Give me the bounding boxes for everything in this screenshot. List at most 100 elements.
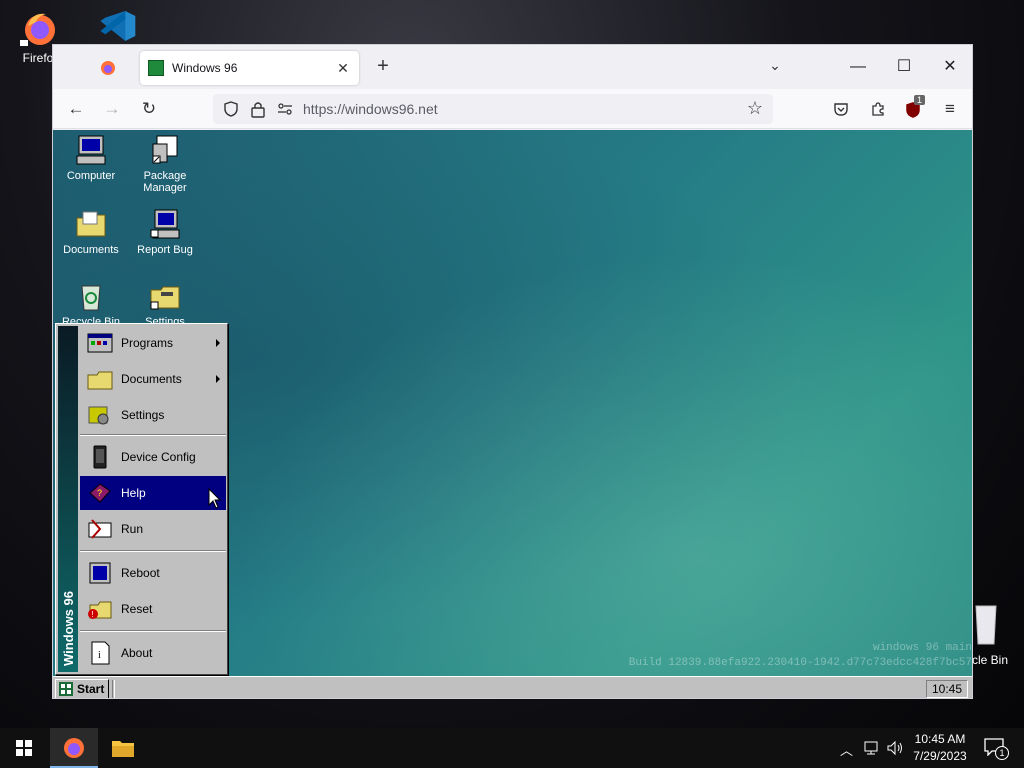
start-menu-banner-text: Windows 96 <box>61 590 76 666</box>
notification-center-button[interactable]: 1 <box>982 736 1010 760</box>
start-menu-item-label: About <box>121 646 153 660</box>
start-menu-separator <box>80 630 226 632</box>
svg-text:i: i <box>98 650 101 661</box>
bookmark-star-icon[interactable]: ☆ <box>747 98 763 119</box>
settings-gear-icon <box>88 406 109 425</box>
host-recycle-bin-label: cle Bin <box>972 653 1009 667</box>
w96-icon-package-manager[interactable]: Package Manager <box>128 134 202 194</box>
recycle-bin-icon <box>81 285 101 311</box>
start-menu-separator <box>80 550 226 552</box>
build-info-line1: windows 96 main <box>872 642 972 654</box>
lock-icon[interactable] <box>250 100 266 118</box>
forward-button[interactable]: → <box>98 95 126 123</box>
host-taskbar: ︿ 10:45 AM 7/29/2023 1 <box>0 728 1024 768</box>
w96-icon-label: Report Bug <box>137 244 193 256</box>
start-menu-item-help[interactable]: ? Help <box>80 476 226 510</box>
start-menu-item-device-config[interactable]: Device Config <box>80 440 226 474</box>
reload-button[interactable]: ↻ <box>135 95 163 123</box>
start-menu-item-label: Device Config <box>121 450 196 464</box>
browser-window: Windows 96 ✕ + ⌄ — ☐ ✕ ← → ↻ https://win… <box>52 44 973 699</box>
w96-icon-report-bug[interactable]: Report Bug <box>128 208 202 256</box>
w96-icon-documents[interactable]: Documents <box>54 208 128 256</box>
windows-logo-icon <box>16 740 32 756</box>
tray-chevron-up-icon[interactable]: ︿ <box>840 740 853 759</box>
start-menu-banner: Windows 96 <box>58 326 78 672</box>
start-menu: Windows 96 Programs Documents Settings D… <box>55 323 228 675</box>
reboot-icon <box>89 562 111 584</box>
list-tabs-chevron-icon[interactable]: ⌄ <box>763 57 787 77</box>
mouse-cursor-icon <box>208 488 222 509</box>
host-start-button[interactable] <box>0 728 48 768</box>
ublock-extension-button[interactable]: 1 <box>904 95 926 119</box>
documents-icon <box>87 371 113 390</box>
start-menu-item-settings[interactable]: Settings <box>80 398 226 432</box>
computer-icon <box>76 135 106 165</box>
windows96-favicon <box>148 60 164 76</box>
start-menu-item-reboot[interactable]: Reboot <box>80 556 226 590</box>
start-menu-item-reset[interactable]: ! Reset <box>80 592 226 626</box>
start-menu-item-run[interactable]: Run <box>80 512 226 546</box>
navigation-toolbar: ← → ↻ https://windows96.net ☆ 1 ≡ <box>53 89 972 129</box>
tab-firefox[interactable] <box>93 55 123 81</box>
start-menu-item-label: Programs <box>121 336 174 350</box>
vscode-desktop-shortcut[interactable] <box>92 6 142 49</box>
submenu-arrow-icon <box>216 375 220 383</box>
taskbar-file-explorer[interactable] <box>99 728 147 768</box>
windows96-desktop[interactable]: Computer Package Manager Documents Repor… <box>53 130 972 698</box>
start-menu-item-label: Reset <box>121 602 153 616</box>
start-menu-item-label: Run <box>121 522 144 536</box>
w96-icon-settings[interactable]: Settings <box>128 280 202 328</box>
minimize-button[interactable]: — <box>838 53 878 81</box>
maximize-button[interactable]: ☐ <box>884 53 924 81</box>
extensions-puzzle-icon[interactable] <box>870 101 886 117</box>
start-menu-item-programs[interactable]: Programs <box>80 326 226 360</box>
firefox-icon <box>101 61 115 75</box>
w96-taskbar-divider <box>112 680 115 698</box>
url-bar[interactable]: https://windows96.net ☆ <box>213 94 773 124</box>
start-menu-item-about[interactable]: i About <box>80 636 226 670</box>
taskbar-firefox[interactable] <box>50 728 98 768</box>
close-window-button[interactable]: ✕ <box>930 53 970 81</box>
vscode-icon <box>100 11 136 41</box>
w96-icon-label: Package Manager <box>143 170 187 194</box>
build-info-line2: Build 12839.88efa922.230410-1942.d77c73e… <box>628 657 972 669</box>
tab-close-icon[interactable]: ✕ <box>335 60 351 77</box>
svg-text:?: ? <box>97 488 102 498</box>
start-menu-item-label: Documents <box>121 372 182 386</box>
new-tab-button[interactable]: + <box>371 55 395 79</box>
extension-badge: 1 <box>914 95 926 105</box>
url-text: https://windows96.net <box>303 101 438 117</box>
host-clock-date: 7/29/2023 <box>913 749 967 763</box>
back-button[interactable]: ← <box>62 95 90 123</box>
w96-start-label: Start <box>77 682 105 696</box>
tab-bar: Windows 96 ✕ + ⌄ — ☐ ✕ <box>53 45 972 89</box>
tab-windows96[interactable]: Windows 96 ✕ <box>140 51 359 85</box>
recycle-bin-icon <box>975 605 997 645</box>
device-config-icon <box>93 445 107 469</box>
firefox-icon <box>20 13 55 46</box>
pocket-icon[interactable] <box>833 101 849 117</box>
w96-start-button[interactable]: Start <box>55 679 109 698</box>
host-recycle-bin[interactable]: cle Bin <box>972 600 1024 670</box>
volume-icon[interactable] <box>886 740 904 756</box>
permissions-icon[interactable] <box>277 101 293 117</box>
start-menu-item-label: Help <box>121 486 146 500</box>
start-menu-separator <box>80 434 226 436</box>
help-book-icon: ? <box>89 483 111 503</box>
start-menu-item-documents[interactable]: Documents <box>80 362 226 396</box>
network-icon[interactable] <box>863 740 879 756</box>
w96-taskbar: Start 10:45 <box>53 676 972 698</box>
svg-text:!: ! <box>92 610 94 619</box>
w96-icon-label: Documents <box>63 244 119 256</box>
host-clock[interactable]: 10:45 AM 7/29/2023 <box>908 731 972 765</box>
reset-warning-icon: ! <box>88 601 112 619</box>
documents-folder-icon <box>76 211 106 237</box>
windows96-logo-icon <box>59 682 73 696</box>
programs-icon <box>87 333 113 353</box>
w96-icon-computer[interactable]: Computer <box>54 134 128 182</box>
w96-icon-recycle-bin[interactable]: Recycle Bin <box>54 280 128 328</box>
firefox-icon <box>64 738 84 758</box>
tracking-shield-icon[interactable] <box>223 101 239 117</box>
app-menu-hamburger-icon[interactable]: ≡ <box>936 95 964 123</box>
w96-clock: 10:45 <box>926 680 968 698</box>
